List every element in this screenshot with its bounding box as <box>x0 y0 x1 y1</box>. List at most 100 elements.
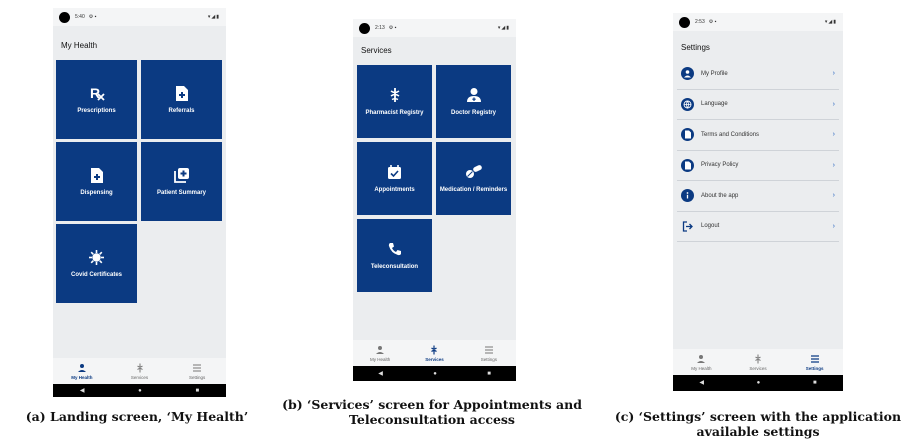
status-bar: 2:53 ⚙ ▪ ▾◢▮ <box>673 13 843 31</box>
bottom-nav: My Health Services Settings <box>353 340 516 366</box>
system-nav-bar: ◀ ● ■ <box>673 375 843 391</box>
tile-pharmacist-registry[interactable]: Pharmacist Registry <box>357 65 432 138</box>
nav-settings[interactable]: Settings <box>786 349 843 375</box>
tile-doctor-registry[interactable]: Doctor Registry <box>436 65 511 138</box>
tile-teleconsultation[interactable]: Teleconsultation <box>357 219 432 292</box>
menu-icon <box>192 363 202 373</box>
document-icon <box>681 158 694 172</box>
settings-item-about[interactable]: About the app › <box>677 181 839 212</box>
nav-label: Settings <box>480 356 497 362</box>
recents-icon[interactable]: ■ <box>813 380 817 386</box>
caption-c-line2: available settings <box>696 424 820 439</box>
medical-folder-icon <box>173 166 191 184</box>
caduceus-icon <box>135 363 145 373</box>
back-icon[interactable]: ◀ <box>699 380 704 386</box>
nav-label: Settings <box>189 374 206 380</box>
screen-settings: 2:53 ⚙ ▪ ▾◢▮ Settings My Profile › Langu… <box>673 13 843 391</box>
nav-label: Services <box>749 365 767 371</box>
nav-label: Settings <box>805 365 824 371</box>
screen-services: 2:13 ⚙ ▪ ▾◢▮ Services Pharmacist Registr… <box>353 19 516 381</box>
user-hand-icon <box>696 354 706 364</box>
chevron-right-icon: › <box>832 100 835 108</box>
settings-item-logout[interactable]: Logout › <box>677 212 839 242</box>
caption-c-line1: (c) ‘Settings’ screen with the applicati… <box>614 409 902 424</box>
nav-settings[interactable]: Settings <box>168 358 226 384</box>
document-plus-icon <box>88 166 106 184</box>
status-time: 2:13 <box>375 25 385 31</box>
pharmacy-icon <box>386 86 404 104</box>
settings-item-my-profile[interactable]: My Profile › <box>677 59 839 90</box>
signal-battery-icon: ▾◢▮ <box>824 19 837 25</box>
tile-prescriptions[interactable]: R Prescriptions <box>56 60 137 139</box>
nav-label: My Health <box>691 365 712 371</box>
nav-settings[interactable]: Settings <box>462 340 516 366</box>
recents-icon[interactable]: ■ <box>196 388 200 394</box>
globe-icon <box>681 97 694 111</box>
settings-item-label: My Profile <box>701 70 728 77</box>
nav-services[interactable]: Services <box>111 358 169 384</box>
chevron-right-icon: › <box>832 161 835 169</box>
caption-b-line1: (b) ‘Services’ screen for Appointments a… <box>282 397 582 412</box>
document-icon <box>681 128 694 142</box>
signal-battery-icon: ▾◢▮ <box>497 25 510 31</box>
chevron-right-icon: › <box>832 131 835 139</box>
camera-cutout <box>679 16 690 28</box>
tile-label: Teleconsultation <box>370 264 419 271</box>
nav-label: My Health <box>370 356 391 362</box>
settings-item-terms[interactable]: Terms and Conditions › <box>677 120 839 151</box>
back-icon[interactable]: ◀ <box>80 388 85 394</box>
home-icon[interactable]: ● <box>138 388 142 394</box>
caption-b: (b) ‘Services’ screen for Appointments a… <box>262 397 602 427</box>
user-hand-icon <box>375 345 385 355</box>
phone-icon <box>386 240 404 258</box>
tile-appointments[interactable]: Appointments <box>357 142 432 215</box>
info-icon <box>681 189 694 203</box>
tile-label: Medication / Reminders <box>439 187 508 194</box>
status-time: 5:40 <box>75 14 85 20</box>
nav-label: Services <box>425 356 444 362</box>
tile-patient-summary[interactable]: Patient Summary <box>141 142 222 221</box>
tile-label: Dispensing <box>80 190 113 197</box>
nav-my-health[interactable]: My Health <box>353 340 407 366</box>
back-icon[interactable]: ◀ <box>378 371 383 377</box>
nav-services[interactable]: Services <box>407 340 461 366</box>
page-title: Settings <box>681 43 710 52</box>
settings-item-label: Terms and Conditions <box>701 131 760 138</box>
tile-dispensing[interactable]: Dispensing <box>56 142 137 221</box>
home-icon[interactable]: ● <box>757 380 761 386</box>
caption-c: (c) ‘Settings’ screen with the applicati… <box>595 409 921 439</box>
tile-medication-reminders[interactable]: Medication / Reminders <box>436 142 511 215</box>
settings-item-label: About the app <box>701 192 739 199</box>
home-icon[interactable]: ● <box>433 371 437 377</box>
tile-label: Doctor Registry <box>450 110 496 117</box>
caption-b-line2: Teleconsultation access <box>349 412 515 427</box>
chevron-right-icon: › <box>832 70 835 78</box>
nav-services[interactable]: Services <box>730 349 787 375</box>
settings-list: My Profile › Language › Terms and Condit… <box>677 59 839 242</box>
status-icons: ⚙ ▪ <box>708 19 717 25</box>
nav-my-health[interactable]: My Health <box>53 358 111 384</box>
doctor-icon <box>465 86 483 104</box>
caption-a: (a) Landing screen, ‘My Health’ <box>25 409 249 424</box>
chevron-right-icon: › <box>832 192 835 200</box>
settings-item-privacy-policy[interactable]: Privacy Policy › <box>677 151 839 181</box>
nav-my-health[interactable]: My Health <box>673 349 730 375</box>
recents-icon[interactable]: ■ <box>487 371 491 377</box>
tile-referrals[interactable]: Referrals <box>141 60 222 139</box>
virus-icon <box>88 248 106 266</box>
settings-item-language[interactable]: Language › <box>677 90 839 120</box>
tile-covid-certificates[interactable]: Covid Certificates <box>56 224 137 303</box>
screen-my-health: 5:40 ⚙ ▪ ▾◢▮ My Health R Prescriptions R… <box>53 8 226 397</box>
camera-cutout <box>359 22 370 34</box>
nav-label: My Health <box>71 374 93 380</box>
menu-icon <box>810 354 820 364</box>
settings-item-label: Language <box>701 101 728 108</box>
caduceus-icon <box>429 345 439 355</box>
page-title: Services <box>361 46 392 55</box>
status-bar: 5:40 ⚙ ▪ ▾◢▮ <box>53 8 226 26</box>
camera-cutout <box>59 11 70 23</box>
logout-icon <box>681 220 694 233</box>
tile-label: Prescriptions <box>77 108 116 115</box>
document-plus-icon <box>173 84 191 102</box>
chevron-right-icon: › <box>832 222 835 230</box>
